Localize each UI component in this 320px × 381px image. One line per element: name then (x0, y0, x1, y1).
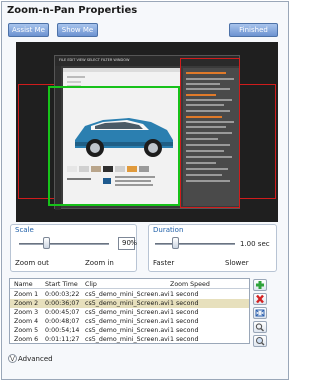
cell-clip: cs5_demo_mini_Screen.avi (85, 300, 170, 307)
column-header-start-time[interactable]: Start Time (45, 280, 78, 289)
cell-name: Zoom 2 (14, 300, 39, 307)
table-row[interactable]: Zoom 3 0:00:45;07 cs5_demo_mini_Screen.avi… (10, 308, 249, 317)
show-me-button[interactable]: Show Me (57, 23, 98, 37)
search-icon (256, 337, 265, 346)
scale-slider-track[interactable] (19, 243, 109, 245)
finished-button[interactable]: Finished (229, 23, 278, 37)
delete-icon (256, 294, 264, 304)
fit-icon (255, 309, 265, 317)
column-header-zoom-speed[interactable]: Zoom Speed (170, 280, 210, 289)
video-preview: FILE EDIT VIEW SELECT FILTER WINDOW (16, 42, 278, 222)
cell-name: Zoom 1 (14, 291, 39, 298)
table-row[interactable]: Zoom 4 0:00:48;07 cs5_demo_mini_Screen.avi… (10, 317, 249, 326)
chevron-down-icon[interactable]: ⋁ (8, 354, 17, 363)
cell-clip: cs5_demo_mini_Screen.avi (85, 309, 170, 316)
zoom-icon (255, 323, 264, 332)
cell-start-time: 0:00:36;07 (45, 300, 80, 307)
table-row[interactable]: Zoom 1 0:00:03;22 cs5_demo_mini_Screen.avi… (10, 290, 249, 299)
duration-label: Duration (153, 226, 184, 234)
zoom-in-label: Zoom in (85, 259, 114, 267)
fit-zoom-button[interactable] (253, 307, 267, 319)
duration-value: 1.00 sec (240, 240, 270, 248)
cell-name: Zoom 4 (14, 318, 39, 325)
duration-slider-track[interactable] (155, 243, 235, 245)
advanced-toggle[interactable]: Advanced (18, 355, 53, 363)
zoom-n-pan-panel: Zoom-n-Pan Properties Assist Me Show Me … (1, 1, 289, 380)
cell-start-time: 0:01:11;27 (45, 336, 80, 343)
zoom-list-header: Name Start Time Clip Zoom Speed (10, 280, 249, 289)
panel-title: Zoom-n-Pan Properties (7, 5, 138, 16)
add-icon (256, 281, 264, 289)
cell-zoom-speed: 1 second (170, 327, 199, 334)
cell-zoom-speed: 1 second (170, 318, 199, 325)
cell-clip: cs5_demo_mini_Screen.avi (85, 291, 170, 298)
column-header-name[interactable]: Name (14, 280, 33, 289)
cell-start-time: 0:00:03;22 (45, 291, 80, 298)
scale-label: Scale (15, 226, 34, 234)
scale-unit: % (130, 239, 137, 247)
zoom-tool-button[interactable] (253, 321, 267, 333)
search-button[interactable] (253, 335, 267, 347)
cell-clip: cs5_demo_mini_Screen.avi (85, 327, 170, 334)
app-menu: FILE EDIT VIEW SELECT FILTER WINDOW (59, 58, 130, 62)
cell-start-time: 0:00:45;07 (45, 309, 80, 316)
cell-zoom-speed: 1 second (170, 300, 199, 307)
column-header-clip[interactable]: Clip (85, 280, 97, 289)
zoom-frame-start[interactable] (180, 58, 240, 208)
cell-name: Zoom 5 (14, 327, 39, 334)
cell-start-time: 0:00:48;07 (45, 318, 80, 325)
table-row[interactable]: Zoom 2 0:00:36;07 cs5_demo_mini_Screen.avi… (10, 299, 249, 308)
scale-section: Scale 90 % Zoom out Zoom in (10, 224, 137, 272)
zoom-out-label: Zoom out (15, 259, 49, 267)
table-row[interactable]: Zoom 6 0:01:11;27 cs5_demo_mini_Screen.avi… (10, 335, 249, 344)
cell-name: Zoom 6 (14, 336, 39, 343)
duration-section: Duration 1.00 sec Faster Slower (148, 224, 277, 272)
scale-slider-thumb[interactable] (43, 237, 50, 249)
table-row[interactable]: Zoom 5 0:00:54;14 cs5_demo_mini_Screen.avi… (10, 326, 249, 335)
cell-zoom-speed: 1 second (170, 291, 199, 298)
cell-start-time: 0:00:54;14 (45, 327, 80, 334)
faster-label: Faster (153, 259, 175, 267)
zoom-list[interactable]: Name Start Time Clip Zoom Speed Zoom 1 0:… (9, 278, 250, 344)
cell-zoom-speed: 1 second (170, 309, 199, 316)
delete-zoom-button[interactable] (253, 293, 267, 305)
cell-clip: cs5_demo_mini_Screen.avi (85, 336, 170, 343)
cell-zoom-speed: 1 second (170, 336, 199, 343)
duration-slider-thumb[interactable] (172, 237, 179, 249)
zoom-selection-frame[interactable] (48, 86, 180, 206)
slower-label: Slower (225, 259, 249, 267)
add-zoom-button[interactable] (253, 279, 267, 291)
assist-me-button[interactable]: Assist Me (8, 23, 49, 37)
cell-clip: cs5_demo_mini_Screen.avi (85, 318, 170, 325)
cell-name: Zoom 3 (14, 309, 39, 316)
